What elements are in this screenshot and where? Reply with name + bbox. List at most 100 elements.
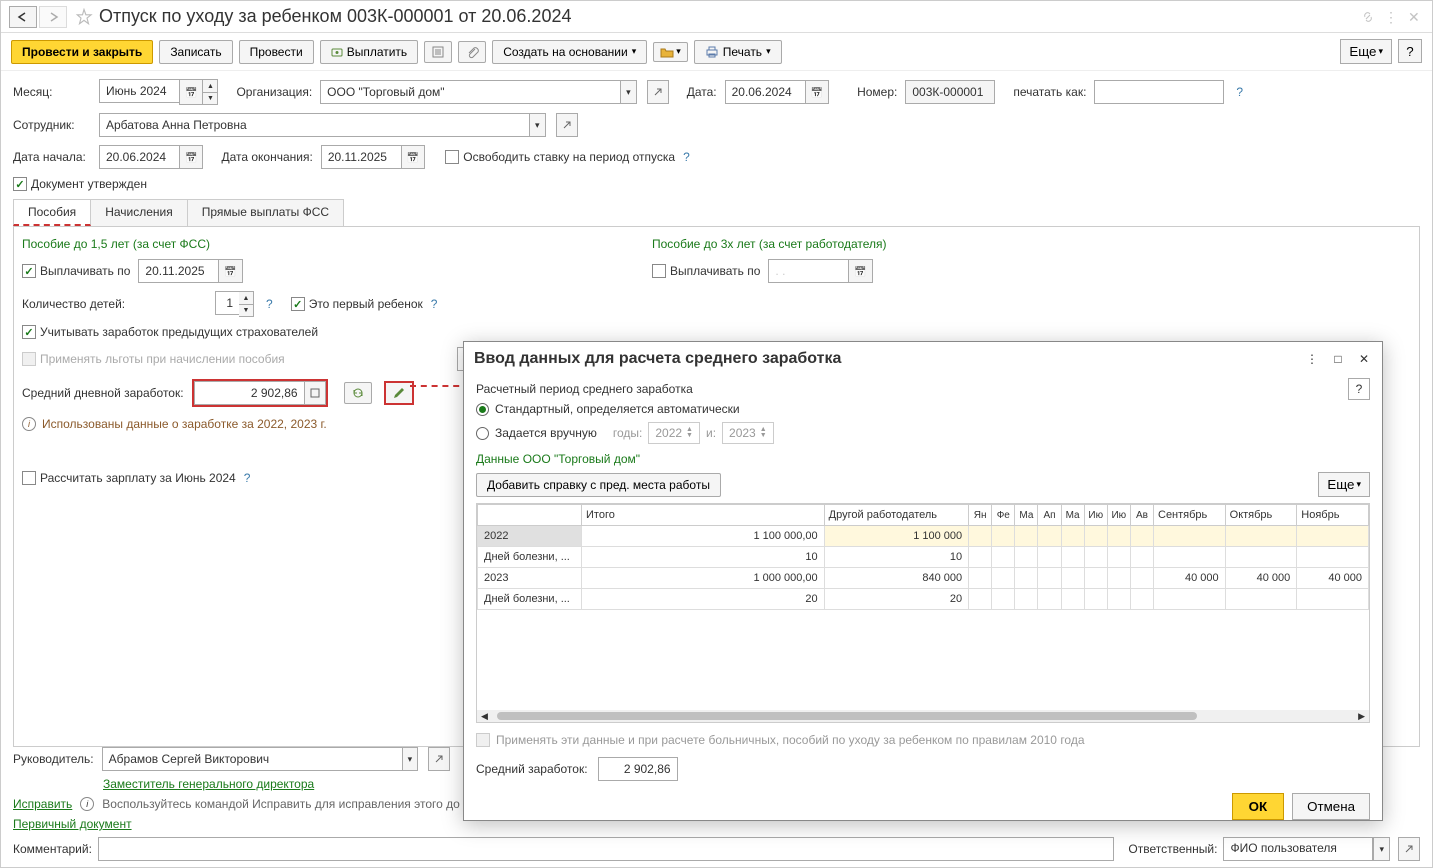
post-button[interactable]: Провести — [239, 40, 314, 64]
close-window-icon[interactable]: ✕ — [1408, 9, 1424, 25]
responsible-open-button[interactable] — [1398, 837, 1420, 861]
employee-input[interactable]: Арбатова Анна Петровна — [99, 113, 529, 137]
table-row[interactable]: Дней болезни, ...2020 — [478, 589, 1369, 610]
pay-until-date-group[interactable]: 20.11.2025 — [138, 259, 242, 283]
month-input-group[interactable]: Июнь 2024 ▲▼ — [99, 79, 218, 105]
modal-maximize-icon[interactable]: □ — [1330, 351, 1346, 367]
avg-daily-calc-button[interactable] — [304, 381, 326, 405]
scroll-left-icon[interactable]: ◀ — [481, 711, 488, 722]
attachment-button[interactable] — [458, 41, 486, 63]
modal-close-icon[interactable]: ✕ — [1356, 351, 1372, 367]
scroll-right-icon[interactable]: ▶ — [1358, 711, 1365, 722]
org-input[interactable]: ООО "Торговый дом" — [320, 80, 620, 104]
manager-open-button[interactable] — [428, 747, 450, 771]
deputy-link[interactable]: Заместитель генерального директора — [103, 777, 314, 791]
avg-daily-input[interactable]: 2 902,86 — [194, 381, 304, 405]
responsible-input[interactable]: ФИО пользователя — [1223, 837, 1373, 861]
end-date-input[interactable]: 20.11.2025 — [321, 145, 401, 169]
month-calendar-button[interactable] — [179, 79, 203, 105]
cancel-button[interactable]: Отмена — [1292, 793, 1370, 820]
create-based-on-button[interactable]: Создать на основании ▾ — [492, 40, 647, 64]
modal-more-button[interactable]: Еще ▾ — [1318, 472, 1370, 497]
date-input-group[interactable]: 20.06.2024 — [725, 80, 829, 104]
release-rate-checkbox[interactable] — [445, 150, 459, 164]
folder-button[interactable]: ▾ — [653, 42, 688, 62]
ok-button[interactable]: ОК — [1232, 793, 1285, 820]
menu-dots-icon[interactable]: ⋮ — [1384, 9, 1400, 25]
folder-icon — [660, 46, 674, 58]
start-date-input[interactable]: 20.06.2024 — [99, 145, 179, 169]
post-and-close-button[interactable]: Провести и закрыть — [11, 40, 153, 64]
earnings-table[interactable]: Итого Другой работодатель Ян Фе Ма Ап Ма… — [476, 503, 1370, 723]
help-hint-icon[interactable]: ? — [244, 471, 251, 485]
children-count-group[interactable]: 1 ▲▼ — [215, 291, 254, 317]
employee-open-button[interactable] — [556, 113, 578, 137]
manager-input[interactable]: Абрамов Сергей Викторович — [102, 747, 402, 771]
help-button[interactable]: ? — [1398, 39, 1422, 63]
calc-salary-checkbox[interactable] — [22, 471, 36, 485]
pay-until-checkbox[interactable] — [22, 264, 36, 278]
apply-data-label: Применять эти данные и при расчете больн… — [496, 733, 1085, 747]
org-open-button[interactable] — [647, 80, 669, 104]
tab-fss[interactable]: Прямые выплаты ФСС — [187, 199, 344, 226]
print-as-label: печатать как: — [1013, 85, 1086, 99]
nav-back-button[interactable] — [9, 6, 37, 28]
table-row[interactable]: 20231 000 000,00840 00040 00040 00040 00… — [478, 568, 1369, 589]
table-row[interactable]: Дней болезни, ...1010 — [478, 547, 1369, 568]
refresh-button[interactable] — [344, 382, 372, 404]
scroll-thumb[interactable] — [497, 712, 1197, 720]
end-calendar-button[interactable] — [401, 145, 425, 169]
help-hint-icon[interactable]: ? — [266, 297, 273, 311]
end-date-group[interactable]: 20.11.2025 — [321, 145, 425, 169]
radio-auto[interactable] — [476, 403, 489, 416]
start-calendar-button[interactable] — [179, 145, 203, 169]
approved-checkbox[interactable] — [13, 177, 27, 191]
help-hint-icon[interactable]: ? — [1236, 85, 1243, 99]
month-input[interactable]: Июнь 2024 — [99, 79, 179, 103]
tab-benefits[interactable]: Пособия — [13, 199, 91, 226]
radio-manual[interactable] — [476, 427, 489, 440]
date-input[interactable]: 20.06.2024 — [725, 80, 805, 104]
correct-link[interactable]: Исправить — [13, 797, 72, 811]
help-hint-icon[interactable]: ? — [683, 150, 690, 164]
children-count-input[interactable]: 1 — [215, 291, 239, 315]
modal-menu-icon[interactable]: ⋮ — [1304, 351, 1320, 367]
pay-until-calendar-button[interactable] — [218, 259, 242, 283]
employee-dropdown-button[interactable]: ▾ — [529, 113, 546, 137]
prev-insurers-checkbox[interactable] — [22, 325, 36, 339]
save-button[interactable]: Записать — [159, 40, 232, 64]
pay-until-3-checkbox[interactable] — [652, 264, 666, 278]
manager-dropdown-button[interactable]: ▾ — [402, 747, 419, 771]
month-spinner[interactable]: ▲▼ — [203, 79, 218, 105]
comment-label: Комментарий: — [13, 842, 92, 856]
first-child-checkbox[interactable] — [291, 297, 305, 311]
date-calendar-button[interactable] — [805, 80, 829, 104]
modal-help-button[interactable]: ? — [1348, 378, 1370, 400]
org-dropdown-button[interactable]: ▾ — [620, 80, 637, 104]
pay-until-input[interactable]: 20.11.2025 — [138, 259, 218, 283]
org-input-group[interactable]: ООО "Торговый дом" ▾ — [320, 80, 637, 104]
table-row[interactable]: 20221 100 000,001 100 000 — [478, 526, 1369, 547]
tab-accruals[interactable]: Начисления — [90, 199, 188, 226]
employee-input-group[interactable]: Арбатова Анна Петровна ▾ — [99, 113, 546, 137]
more-button[interactable]: Еще ▾ — [1340, 39, 1392, 64]
add-reference-button[interactable]: Добавить справку с пред. места работы — [476, 473, 721, 497]
horizontal-scrollbar[interactable]: ◀ ▶ — [477, 710, 1369, 722]
children-count-spinner[interactable]: ▲▼ — [239, 291, 254, 317]
edit-button[interactable] — [386, 383, 412, 403]
document-icon-button[interactable] — [424, 41, 452, 63]
responsible-input-group[interactable]: ФИО пользователя ▾ — [1223, 837, 1390, 861]
pay-button[interactable]: Выплатить — [320, 40, 419, 64]
primary-doc-link[interactable]: Первичный документ — [13, 817, 132, 831]
start-date-group[interactable]: 20.06.2024 — [99, 145, 203, 169]
nav-forward-button[interactable] — [39, 6, 67, 28]
apply-benefits-checkbox — [22, 352, 36, 366]
print-button[interactable]: Печать ▾ — [694, 40, 782, 64]
link-icon[interactable] — [1360, 9, 1376, 25]
responsible-dropdown-button[interactable]: ▾ — [1373, 837, 1390, 861]
favorite-star-icon[interactable] — [75, 8, 93, 26]
print-as-input[interactable] — [1094, 80, 1224, 104]
manager-input-group[interactable]: Абрамов Сергей Викторович ▾ — [102, 747, 419, 771]
help-hint-icon[interactable]: ? — [431, 297, 438, 311]
comment-input[interactable] — [98, 837, 1115, 861]
